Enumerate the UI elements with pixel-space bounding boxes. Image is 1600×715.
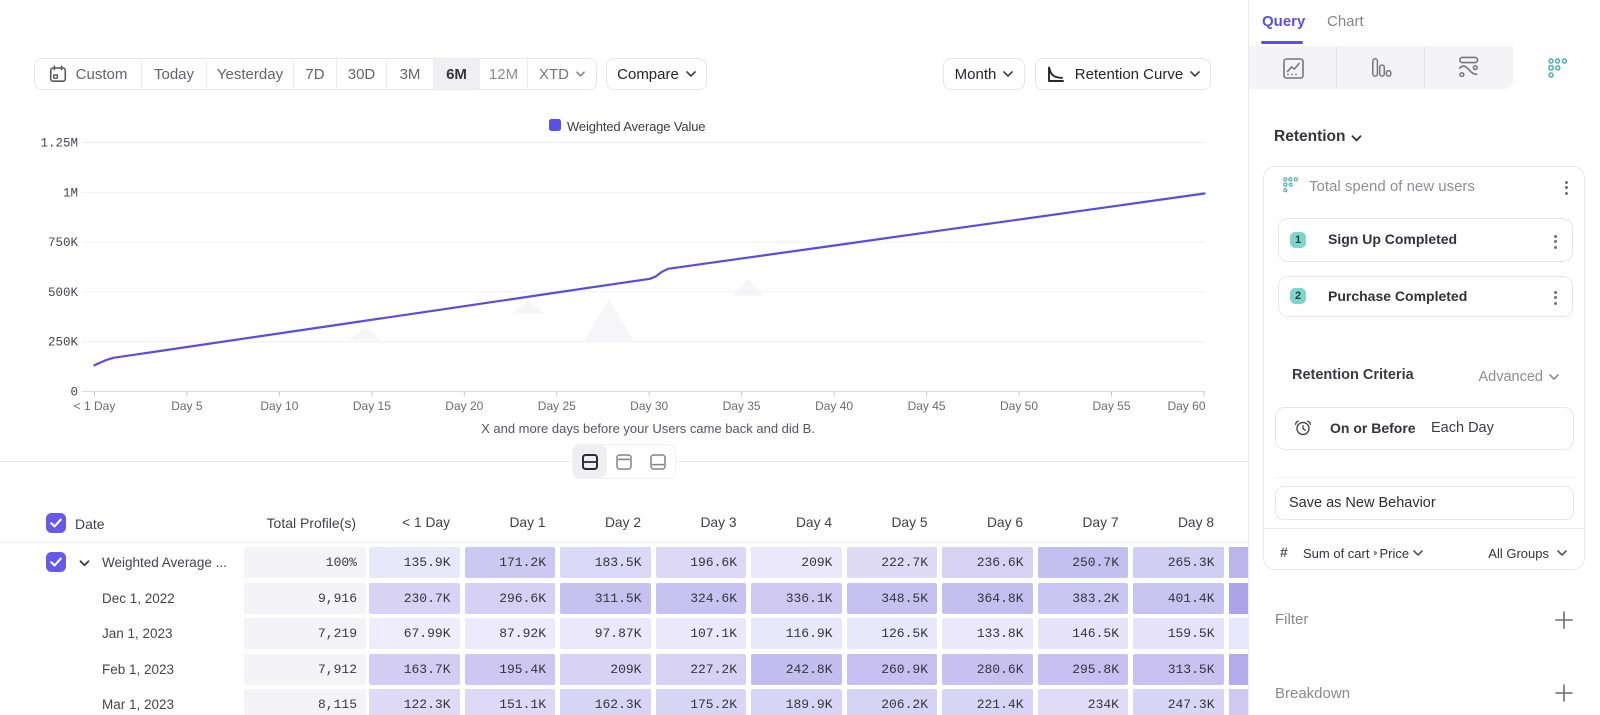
svg-text:< 1 Day: < 1 Day — [74, 399, 116, 413]
svg-text:Day 15: Day 15 — [353, 399, 391, 413]
svg-text:Day 60: Day 60 — [1167, 399, 1205, 413]
svg-text:Day 10: Day 10 — [260, 399, 298, 413]
svg-text:Day 45: Day 45 — [908, 399, 946, 413]
svg-text:Day 30: Day 30 — [630, 399, 668, 413]
svg-text:Day 35: Day 35 — [723, 399, 761, 413]
svg-text:Day 40: Day 40 — [815, 399, 853, 413]
svg-text:1M: 1M — [63, 186, 78, 200]
svg-text:Day 20: Day 20 — [445, 399, 483, 413]
svg-text:Day 25: Day 25 — [538, 399, 576, 413]
svg-text:Day 5: Day 5 — [171, 399, 203, 413]
svg-text:250K: 250K — [48, 336, 79, 350]
svg-text:500K: 500K — [48, 286, 79, 300]
svg-text:Day 55: Day 55 — [1092, 399, 1130, 413]
svg-text:0: 0 — [70, 386, 78, 400]
svg-text:750K: 750K — [48, 236, 79, 250]
svg-text:1.25M: 1.25M — [40, 137, 78, 151]
svg-text:Day 50: Day 50 — [1000, 399, 1038, 413]
